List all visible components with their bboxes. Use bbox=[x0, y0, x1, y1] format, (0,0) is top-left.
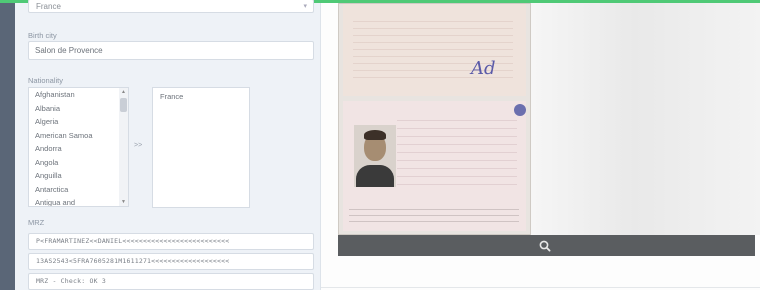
nationality-listbox[interactable]: Afghanistan Albania Algeria American Sam… bbox=[28, 87, 129, 207]
mrz-line-2[interactable]: 13AS2543<5FRA7605281M1611271<<<<<<<<<<<<… bbox=[28, 253, 314, 270]
list-item[interactable]: Algeria bbox=[29, 115, 128, 129]
country-select[interactable]: France ▾ bbox=[28, 0, 314, 13]
mrz-line-1[interactable]: P<FRAMARTINEZ<<DANIEL<<<<<<<<<<<<<<<<<<<… bbox=[28, 233, 314, 250]
list-item[interactable]: Afghanistan bbox=[29, 88, 128, 102]
list-item[interactable]: Antarctica bbox=[29, 183, 128, 197]
scroll-down-icon[interactable]: ▼ bbox=[120, 199, 127, 205]
move-selection-button[interactable]: >> bbox=[134, 142, 142, 149]
viewer-background bbox=[531, 3, 760, 235]
scroll-up-icon[interactable]: ▲ bbox=[120, 89, 127, 95]
passport-scan-image: Ad bbox=[338, 3, 531, 235]
passport-mrz-zone bbox=[349, 208, 519, 222]
left-sidebar-strip bbox=[0, 3, 15, 290]
magnifier-icon[interactable] bbox=[538, 239, 552, 253]
list-item[interactable]: Albania bbox=[29, 102, 128, 116]
scrollbar-thumb[interactable] bbox=[120, 98, 127, 112]
birth-city-label: Birth city bbox=[28, 31, 57, 40]
viewer-toolbar bbox=[338, 235, 755, 256]
viewer-bottom-border bbox=[321, 287, 760, 288]
mrz-line-3[interactable]: MRZ - Check: OK 3 bbox=[28, 273, 314, 290]
list-item[interactable]: American Samoa bbox=[29, 129, 128, 143]
selected-nationality-box[interactable]: France bbox=[152, 87, 250, 208]
passport-page-top: Ad bbox=[343, 4, 526, 96]
mrz-label: MRZ bbox=[28, 218, 45, 227]
passport-data-page bbox=[343, 101, 526, 231]
form-panel: France ▾ Birth city Salon de Provence Na… bbox=[15, 0, 320, 290]
listbox-scrollbar[interactable]: ▲ ▼ bbox=[119, 88, 128, 206]
list-item[interactable]: Angola bbox=[29, 156, 128, 170]
chevron-down-icon: ▾ bbox=[303, 3, 307, 10]
list-item[interactable]: Antigua and bbox=[29, 196, 128, 206]
signature-image: Ad bbox=[471, 58, 496, 79]
country-select-value: France bbox=[36, 2, 61, 11]
list-item[interactable]: Andorra bbox=[29, 142, 128, 156]
selected-item[interactable]: France bbox=[153, 88, 249, 101]
document-viewer: Ad bbox=[321, 3, 760, 290]
nationality-label: Nationality bbox=[28, 76, 64, 85]
list-item[interactable]: Anguilla bbox=[29, 169, 128, 183]
birth-city-input[interactable]: Salon de Provence bbox=[28, 41, 314, 60]
passport-photo bbox=[354, 125, 396, 187]
